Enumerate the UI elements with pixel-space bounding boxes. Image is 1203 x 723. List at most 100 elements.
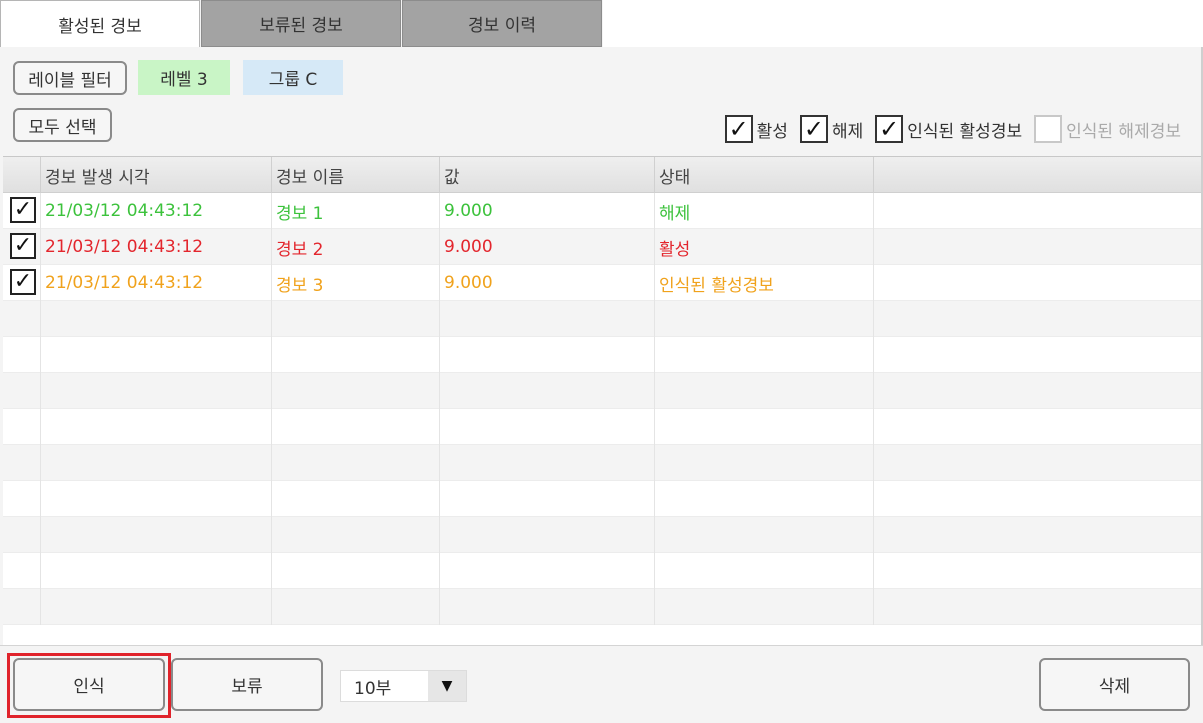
acknowledge-button[interactable]: 인식	[13, 658, 165, 711]
empty-table-row	[3, 517, 1201, 553]
empty-table-row	[3, 481, 1201, 517]
filter-acked-active[interactable]: ✓ 인식된 활성경보	[875, 115, 1022, 143]
empty-cell	[41, 553, 272, 589]
cell-value: 9.000	[440, 193, 655, 229]
header-select-cell	[3, 157, 41, 193]
checkbox-empty-icon	[1034, 115, 1063, 143]
empty-table-row	[3, 301, 1201, 337]
table-row[interactable]: ✓ 21/03/12 04:43:12 경보 1 9.000 해제	[3, 193, 1201, 229]
empty-cell	[272, 589, 440, 625]
tab-strip-background	[603, 0, 1203, 47]
empty-cell	[440, 481, 655, 517]
filter-cleared-label: 해제	[831, 121, 864, 142]
empty-cell	[3, 517, 41, 553]
filter-cleared[interactable]: ✓ 해제	[799, 115, 864, 143]
empty-cell	[41, 373, 272, 409]
empty-cell	[440, 553, 655, 589]
cell-name: 경보 1	[272, 193, 440, 229]
delete-button[interactable]: 삭제	[1039, 658, 1190, 711]
table-row[interactable]: ✓ 21/03/12 04:43:12 경보 3 9.000 인식된 활성경보	[3, 265, 1201, 301]
cell-status: 인식된 활성경보	[655, 265, 874, 301]
hold-button[interactable]: 보류	[171, 658, 323, 711]
empty-cell	[272, 409, 440, 445]
empty-cell	[3, 409, 41, 445]
empty-cell	[41, 589, 272, 625]
empty-cell	[655, 301, 874, 337]
empty-cell	[3, 589, 41, 625]
checkbox-checked-icon[interactable]: ✓	[724, 115, 753, 143]
cell-time: 21/03/12 04:43:12	[41, 193, 272, 229]
tab-bar: 활성된 경보 보류된 경보 경보 이력	[0, 0, 603, 47]
status-filters: ✓ 활성 ✓ 해제 ✓ 인식된 활성경보 인식된 해제경보	[713, 114, 1181, 144]
empty-cell	[440, 589, 655, 625]
cell-value: 9.000	[440, 265, 655, 301]
row-checkbox-icon[interactable]: ✓	[10, 269, 36, 295]
empty-cell	[272, 301, 440, 337]
filter-acked-active-label: 인식된 활성경보	[907, 121, 1023, 142]
empty-cell	[440, 517, 655, 553]
cell-status: 해제	[655, 193, 874, 229]
checkbox-checked-icon[interactable]: ✓	[875, 115, 904, 143]
empty-cell	[655, 373, 874, 409]
empty-cell	[272, 481, 440, 517]
empty-cell	[440, 445, 655, 481]
empty-cell	[41, 517, 272, 553]
empty-cell	[3, 301, 41, 337]
empty-cell	[655, 517, 874, 553]
empty-cell	[655, 481, 874, 517]
tab-active-alarms[interactable]: 활성된 경보	[0, 0, 200, 47]
empty-cell	[272, 445, 440, 481]
tab-alarm-history[interactable]: 경보 이력	[402, 0, 602, 47]
empty-cell	[41, 337, 272, 373]
empty-cell	[440, 409, 655, 445]
alarm-table: 경보 발생 시각 경보 이름 값 상태 ✓ 21/03/12 04:43:12 …	[3, 156, 1201, 645]
empty-cell	[655, 337, 874, 373]
empty-cell	[440, 301, 655, 337]
filter-acked-cleared-label: 인식된 해제경보	[1066, 121, 1181, 142]
table-row[interactable]: ✓ 21/03/12 04:43:12 경보 2 9.000 활성	[3, 229, 1201, 265]
group-filter-chip[interactable]: 그룹 C	[243, 60, 343, 95]
column-header-name[interactable]: 경보 이름	[272, 157, 440, 193]
empty-cell	[272, 373, 440, 409]
hold-duration-value: 10부	[354, 678, 392, 699]
level-filter-chip[interactable]: 레벨 3	[138, 60, 230, 95]
empty-cell	[655, 589, 874, 625]
empty-cell	[655, 553, 874, 589]
filter-active-label: 활성	[756, 121, 788, 142]
dropdown-arrow-icon[interactable]: ▼	[428, 671, 466, 701]
column-header-time[interactable]: 경보 발생 시각	[41, 157, 272, 193]
empty-cell	[41, 409, 272, 445]
hold-duration-select[interactable]: 10부 ▼	[340, 670, 467, 702]
empty-table-row	[3, 373, 1201, 409]
empty-cell	[272, 337, 440, 373]
column-header-value[interactable]: 값	[440, 157, 655, 193]
filter-active[interactable]: ✓ 활성	[724, 115, 788, 143]
empty-cell	[3, 337, 41, 373]
empty-cell	[272, 517, 440, 553]
cell-value: 9.000	[440, 229, 655, 265]
row-checkbox-icon[interactable]: ✓	[10, 197, 36, 223]
select-all-button[interactable]: 모두 선택	[13, 108, 112, 142]
column-header-status[interactable]: 상태	[655, 157, 874, 193]
tab-held-alarms[interactable]: 보류된 경보	[201, 0, 401, 47]
row-select-cell: ✓	[3, 193, 41, 229]
filter-acked-cleared: 인식된 해제경보	[1034, 115, 1181, 143]
cell-status: 활성	[655, 229, 874, 265]
empty-table-row	[3, 445, 1201, 481]
row-select-cell: ✓	[3, 229, 41, 265]
empty-table-row	[3, 409, 1201, 445]
row-checkbox-icon[interactable]: ✓	[10, 233, 36, 259]
empty-table-row	[3, 337, 1201, 373]
empty-cell	[3, 445, 41, 481]
cell-name: 경보 3	[272, 265, 440, 301]
label-filter-button[interactable]: 레이블 필터	[13, 61, 127, 95]
empty-cell	[41, 481, 272, 517]
row-select-cell: ✓	[3, 265, 41, 301]
empty-cell	[440, 337, 655, 373]
empty-cell	[272, 553, 440, 589]
empty-cell	[3, 553, 41, 589]
checkbox-checked-icon[interactable]: ✓	[799, 115, 828, 143]
empty-cell	[655, 445, 874, 481]
table-header: 경보 발생 시각 경보 이름 값 상태	[3, 157, 1201, 193]
empty-cell	[3, 481, 41, 517]
